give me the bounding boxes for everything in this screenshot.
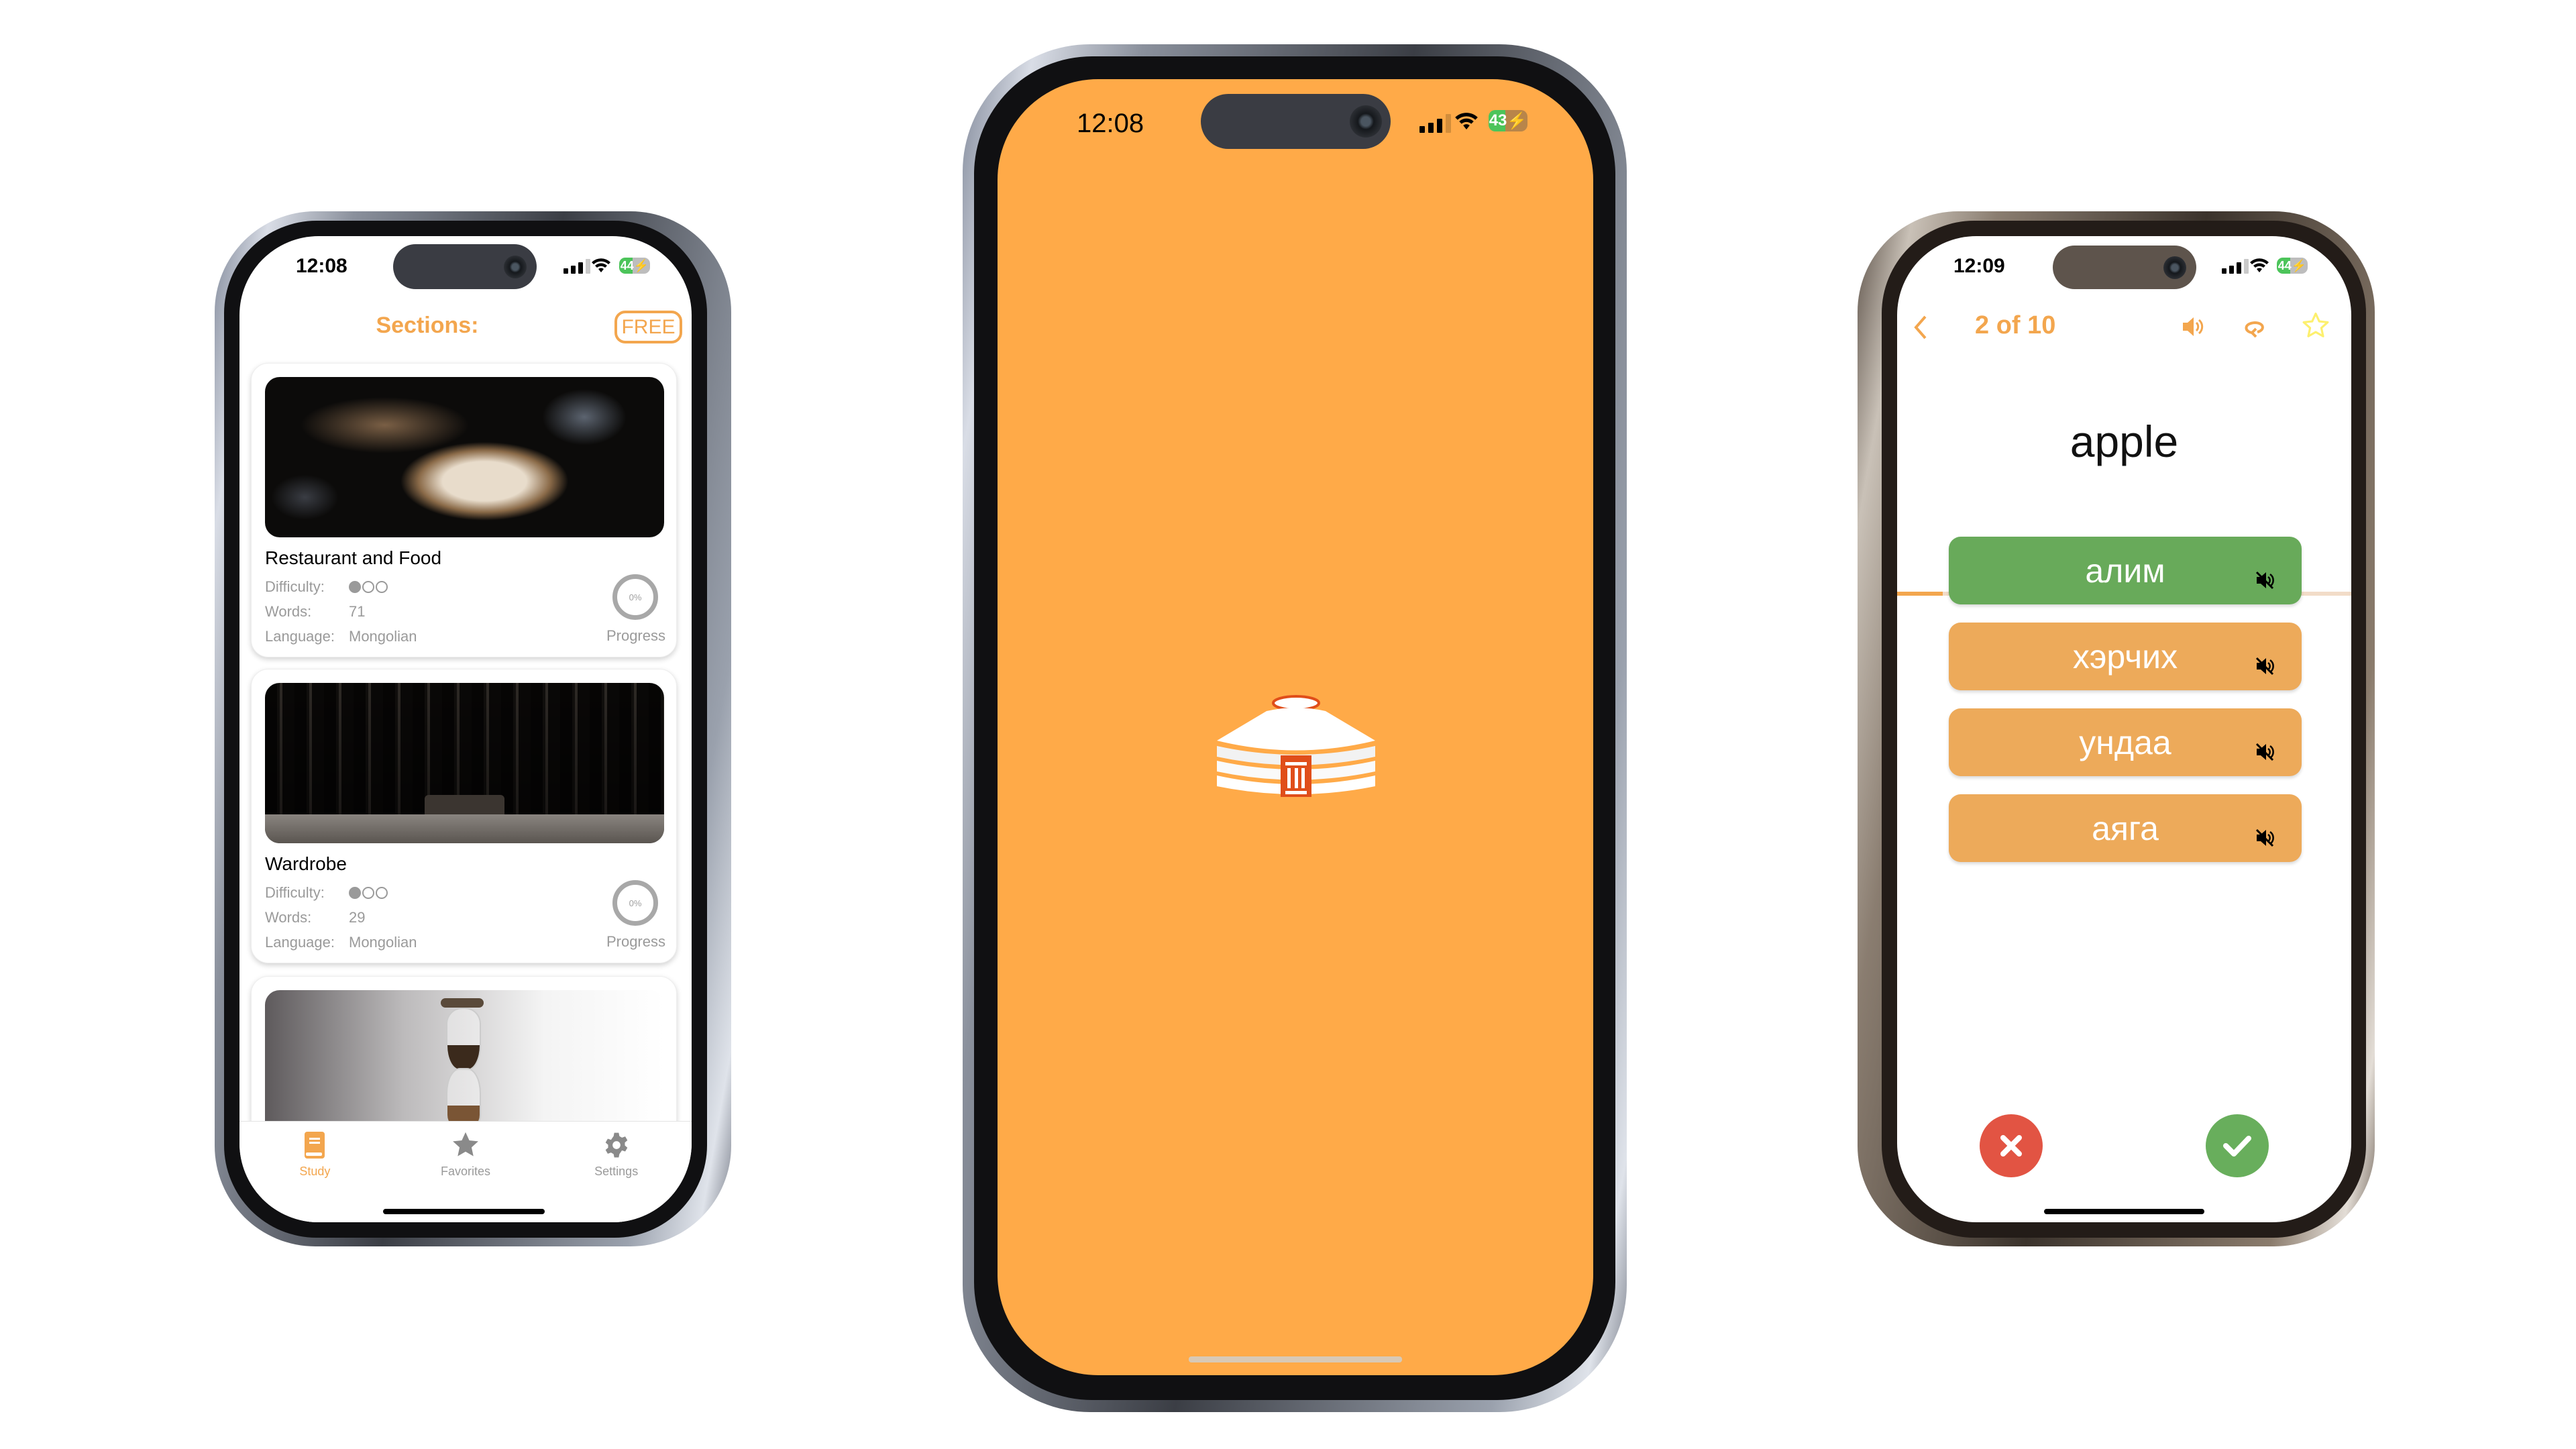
- status-time: 12:09: [1953, 255, 2005, 277]
- difficulty-dot-empty: [376, 887, 388, 899]
- check-icon: [2223, 1136, 2251, 1157]
- words-count: 71: [349, 603, 366, 620]
- progress-ring: 0%: [612, 880, 658, 926]
- battery-indicator: 44 ⚡: [2277, 258, 2308, 274]
- answer-text: хэрчих: [2072, 637, 2178, 676]
- book-icon: [305, 1132, 325, 1159]
- correct-button[interactable]: [2206, 1114, 2269, 1177]
- back-chevron-icon[interactable]: [1912, 315, 1928, 339]
- answer-option[interactable]: хэрчих: [1949, 623, 2302, 690]
- gear-icon: [605, 1132, 628, 1158]
- yurt-icon: [1217, 695, 1375, 797]
- camera-icon: [504, 255, 527, 278]
- section-card-restaurant[interactable]: Restaurant and Food Difficulty: Words: 71…: [251, 363, 677, 657]
- answer-option[interactable]: ундаа: [1949, 708, 2302, 776]
- difficulty-dots: [349, 578, 388, 596]
- wardrobe-photo: [265, 683, 664, 843]
- quiz-progress-fill: [1897, 592, 1943, 596]
- tab-favorites[interactable]: Favorites: [390, 1122, 541, 1222]
- answer-text: ундаа: [2079, 723, 2171, 761]
- difficulty-row: Difficulty:: [265, 884, 388, 902]
- battery-indicator: 44 ⚡: [619, 258, 650, 274]
- page-title: Sections:: [376, 313, 479, 338]
- progress-label: Progress: [606, 627, 665, 644]
- status-time: 12:08: [1077, 109, 1144, 138]
- tab-settings[interactable]: Settings: [541, 1122, 692, 1222]
- star-icon: [453, 1132, 478, 1157]
- question-counter: 2 of 10: [1975, 311, 2056, 339]
- status-time: 12:08: [296, 255, 347, 277]
- words-row: Words: 71: [265, 603, 366, 620]
- favorite-star-icon[interactable]: [2302, 311, 2330, 339]
- difficulty-dots: [349, 884, 388, 902]
- language-value: Mongolian: [349, 934, 417, 951]
- speaker-muted-icon[interactable]: [2255, 645, 2275, 684]
- answer-text: аяга: [2092, 809, 2159, 847]
- quiz-screen: 12:09 44 ⚡ 2 of 10 apple алим хэрчих ундаа а…: [1897, 236, 2351, 1222]
- section-card-wardrobe[interactable]: Wardrobe Difficulty: Words: 29 Language: M…: [251, 669, 677, 963]
- difficulty-dot-empty: [376, 581, 388, 593]
- wifi-icon: [592, 258, 610, 272]
- difficulty-dot-filled: [349, 581, 361, 593]
- close-icon: [2000, 1135, 2022, 1157]
- language-value: Mongolian: [349, 628, 417, 645]
- camera-icon: [2163, 256, 2186, 279]
- tab-study[interactable]: Study: [239, 1122, 390, 1222]
- tab-bar: Study Favorites Settings: [239, 1121, 692, 1222]
- home-indicator: [2044, 1209, 2204, 1214]
- prompt-word: apple: [2070, 417, 2179, 466]
- sections-screen: 12:08 44 ⚡ Sections: FREE Restaurant and …: [239, 236, 692, 1222]
- progress-label: Progress: [606, 933, 665, 950]
- difficulty-dot-empty: [362, 581, 374, 593]
- speaker-icon[interactable]: [2182, 315, 2206, 338]
- wifi-icon: [1455, 113, 1478, 129]
- words-count: 29: [349, 909, 366, 926]
- wifi-icon-wrap: [2249, 258, 2269, 277]
- camera-icon: [1350, 105, 1382, 138]
- words-row: Words: 29: [265, 909, 366, 926]
- wifi-icon: [2250, 258, 2269, 272]
- answer-text: алим: [2085, 551, 2165, 590]
- signal-icon: [564, 259, 590, 274]
- language-row: Language: Mongolian: [265, 934, 417, 951]
- dumplings-photo: [265, 377, 664, 537]
- card-title: Wardrobe: [265, 853, 347, 874]
- difficulty-dot-filled: [349, 887, 361, 899]
- wrong-button[interactable]: [1980, 1114, 2043, 1177]
- dynamic-island: [1201, 94, 1391, 149]
- battery-indicator: 43 ⚡: [1489, 110, 1527, 131]
- home-indicator: [1189, 1356, 1402, 1362]
- answer-option[interactable]: аяга: [1949, 794, 2302, 862]
- splash-screen: 12:08 43 ⚡: [998, 79, 1593, 1375]
- speaker-muted-icon[interactable]: [2255, 731, 2275, 770]
- repeat-icon[interactable]: [2243, 318, 2267, 338]
- difficulty-dot-empty: [362, 887, 374, 899]
- signal-icon: [2222, 259, 2249, 274]
- progress-ring: 0%: [612, 574, 658, 620]
- speaker-muted-icon[interactable]: [2255, 559, 2275, 598]
- home-indicator: [383, 1209, 545, 1214]
- speaker-muted-icon[interactable]: [2255, 817, 2275, 856]
- card-title: Restaurant and Food: [265, 547, 442, 568]
- dynamic-island: [2053, 246, 2196, 289]
- dynamic-island: [393, 244, 537, 289]
- language-row: Language: Mongolian: [265, 628, 417, 645]
- signal-icon: [1419, 114, 1451, 133]
- difficulty-row: Difficulty:: [265, 578, 388, 596]
- answer-option[interactable]: алим: [1949, 537, 2302, 604]
- free-badge-button[interactable]: FREE: [614, 311, 682, 343]
